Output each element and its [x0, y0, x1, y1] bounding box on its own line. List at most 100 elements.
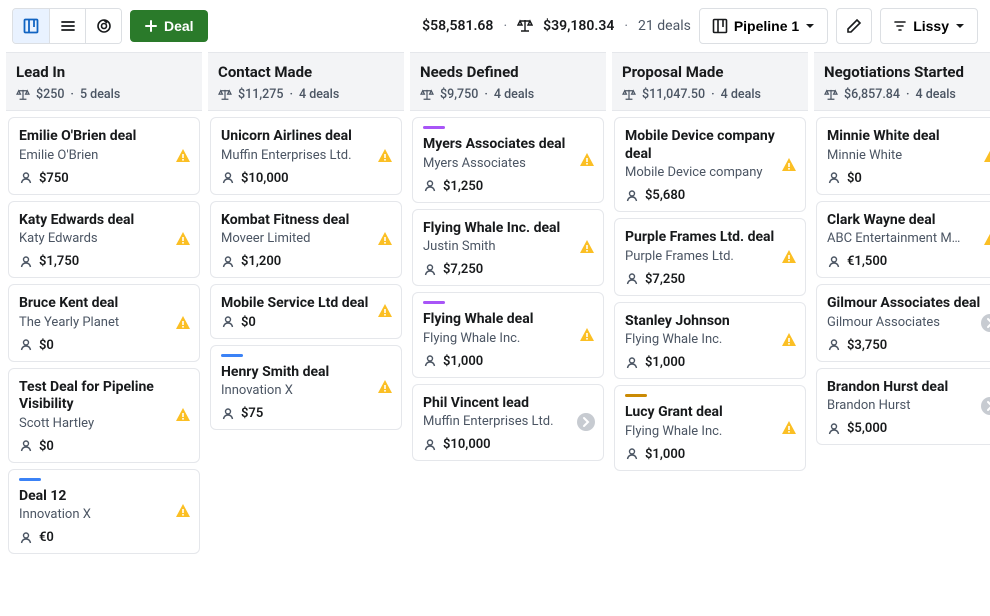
pipeline-column: Lead In $250·5 deals Emilie O'Brien dealE…	[6, 52, 202, 560]
deal-card[interactable]: Myers Associates deal Myers Associates $1…	[412, 117, 604, 203]
deal-org: Katy Edwards	[19, 231, 189, 246]
kanban-icon	[23, 18, 39, 34]
deal-title: Clark Wayne deal	[827, 212, 990, 230]
warning-icon	[781, 332, 797, 348]
deal-bottom: $1,750	[19, 254, 189, 269]
deal-org: Myers Associates	[423, 156, 593, 171]
filter-icon	[893, 19, 907, 33]
deal-card[interactable]: Gilmour Associates dealGilmour Associate…	[816, 284, 990, 362]
scale-icon	[218, 89, 232, 101]
deal-card[interactable]: Mobile Device company dealMobile Device …	[614, 117, 806, 212]
column-header[interactable]: Needs Defined $9,750·4 deals	[410, 52, 606, 111]
arrow-circle-icon	[577, 413, 595, 431]
deal-bottom: $0	[19, 338, 189, 353]
chevron-down-icon	[805, 21, 815, 31]
summary-weighted: $39,180.34	[543, 18, 614, 34]
deal-title: Purple Frames Ltd. deal	[625, 229, 795, 247]
column-count: 4 deals	[299, 87, 339, 102]
deal-title: Brandon Hurst deal	[827, 379, 990, 397]
warning-icon	[781, 157, 797, 173]
deal-status-indicator	[981, 397, 990, 415]
list-view-button[interactable]	[49, 9, 85, 43]
deal-org: Flying Whale Inc.	[625, 332, 795, 347]
deal-card[interactable]: Mobile Service Ltd deal $0	[210, 284, 402, 339]
separator-dot: ·	[484, 87, 488, 102]
owner-filter[interactable]: Lissy	[880, 8, 978, 44]
deal-org: Flying Whale Inc.	[625, 424, 795, 439]
deal-card[interactable]: Phil Vincent leadMuffin Enterprises Ltd.…	[412, 384, 604, 462]
separator-dot: ·	[70, 87, 74, 102]
deal-card[interactable]: Flying Whale dealFlying Whale Inc. $1,00…	[412, 292, 604, 378]
deal-title: Phil Vincent lead	[423, 395, 593, 413]
column-header[interactable]: Contact Made $11,275·4 deals	[208, 52, 404, 111]
deal-status-indicator	[175, 503, 191, 519]
deal-card[interactable]: Emilie O'Brien dealEmilie O'Brien $750	[8, 117, 200, 195]
deal-card[interactable]: Bruce Kent deal The Yearly Planet $0	[8, 284, 200, 362]
deal-org: Innovation X	[221, 383, 391, 398]
warning-icon	[377, 303, 393, 319]
person-icon	[423, 179, 437, 193]
column-subtitle: $250·5 deals	[16, 87, 192, 102]
deal-title: Unicorn Airlines deal	[221, 128, 391, 146]
person-icon	[827, 422, 841, 436]
pipeline-selector[interactable]: Pipeline 1	[699, 8, 828, 44]
deal-org: Scott Hartley	[19, 416, 189, 431]
deal-value: $1,250	[443, 179, 483, 194]
deal-bottom: $10,000	[423, 437, 593, 452]
separator-dot: ·	[906, 87, 910, 102]
deal-card[interactable]: Flying Whale Inc. dealJustin Smith $7,25…	[412, 209, 604, 287]
column-header[interactable]: Lead In $250·5 deals	[6, 52, 202, 111]
forecast-view-button[interactable]	[85, 9, 121, 43]
deal-bottom: $1,250	[423, 179, 593, 194]
deal-status-indicator	[579, 327, 595, 343]
kanban-icon	[712, 18, 728, 34]
warning-icon	[175, 148, 191, 164]
deal-status-indicator	[377, 231, 393, 247]
scale-icon	[622, 89, 636, 101]
deal-card[interactable]: Unicorn Airlines dealMuffin Enterprises …	[210, 117, 402, 195]
deal-title: Katy Edwards deal	[19, 212, 189, 230]
deal-card[interactable]: Test Deal for Pipeline VisibilityScott H…	[8, 368, 200, 463]
deal-title: Lucy Grant deal	[625, 404, 795, 422]
column-header[interactable]: Proposal Made $11,047.50·4 deals	[612, 52, 808, 111]
deal-status-indicator	[983, 148, 990, 164]
deal-status-indicator	[175, 315, 191, 331]
scale-icon	[420, 89, 434, 101]
kanban-view-button[interactable]	[13, 9, 49, 43]
deal-bottom: €0	[19, 530, 189, 545]
warning-icon	[781, 249, 797, 265]
deal-value: $75	[241, 406, 263, 421]
deal-title: Myers Associates deal	[423, 136, 593, 154]
deal-status-indicator	[983, 231, 990, 247]
deal-org: Moveer Limited	[221, 231, 391, 246]
deal-card[interactable]: Purple Frames Ltd. dealPurple Frames Ltd…	[614, 218, 806, 296]
deal-card[interactable]: Katy Edwards dealKaty Edwards $1,750	[8, 201, 200, 279]
scale-icon	[517, 19, 533, 33]
deal-card[interactable]: Stanley JohnsonFlying Whale Inc. $1,000	[614, 302, 806, 380]
cards-list: Myers Associates deal Myers Associates $1…	[410, 111, 606, 467]
deal-status-indicator	[579, 239, 595, 255]
deal-card[interactable]: Henry Smith dealInnovation X $75	[210, 345, 402, 431]
edit-button[interactable]	[836, 8, 872, 44]
deal-title: Bruce Kent deal	[19, 295, 189, 313]
deal-card[interactable]: Clark Wayne dealABC Entertainment M… €1,…	[816, 201, 990, 279]
person-icon	[221, 171, 235, 185]
deal-card[interactable]: Brandon Hurst dealBrandon Hurst $5,000	[816, 368, 990, 446]
deal-title: Mobile Device company deal	[625, 128, 795, 163]
deal-card[interactable]: Deal 12Innovation X €0	[8, 469, 200, 555]
deal-card[interactable]: Minnie White dealMinnie White $0	[816, 117, 990, 195]
deal-card[interactable]: Kombat Fitness dealMoveer Limited $1,200	[210, 201, 402, 279]
deal-card[interactable]: Lucy Grant dealFlying Whale Inc. $1,000	[614, 385, 806, 471]
deal-org: Gilmour Associates	[827, 315, 990, 330]
column-header[interactable]: Negotiations Started $6,857.84·4 deals	[814, 52, 990, 111]
deal-status-indicator	[781, 157, 797, 173]
deal-org: ABC Entertainment M…	[827, 231, 990, 246]
person-icon	[625, 356, 639, 370]
deal-bottom: $7,250	[423, 262, 593, 277]
deal-status-indicator	[377, 148, 393, 164]
warning-icon	[579, 327, 595, 343]
column-title: Needs Defined	[420, 63, 596, 81]
add-deal-button[interactable]: Deal	[130, 10, 208, 42]
deal-value: $3,750	[847, 338, 887, 353]
deal-org: The Yearly Planet	[19, 315, 189, 330]
